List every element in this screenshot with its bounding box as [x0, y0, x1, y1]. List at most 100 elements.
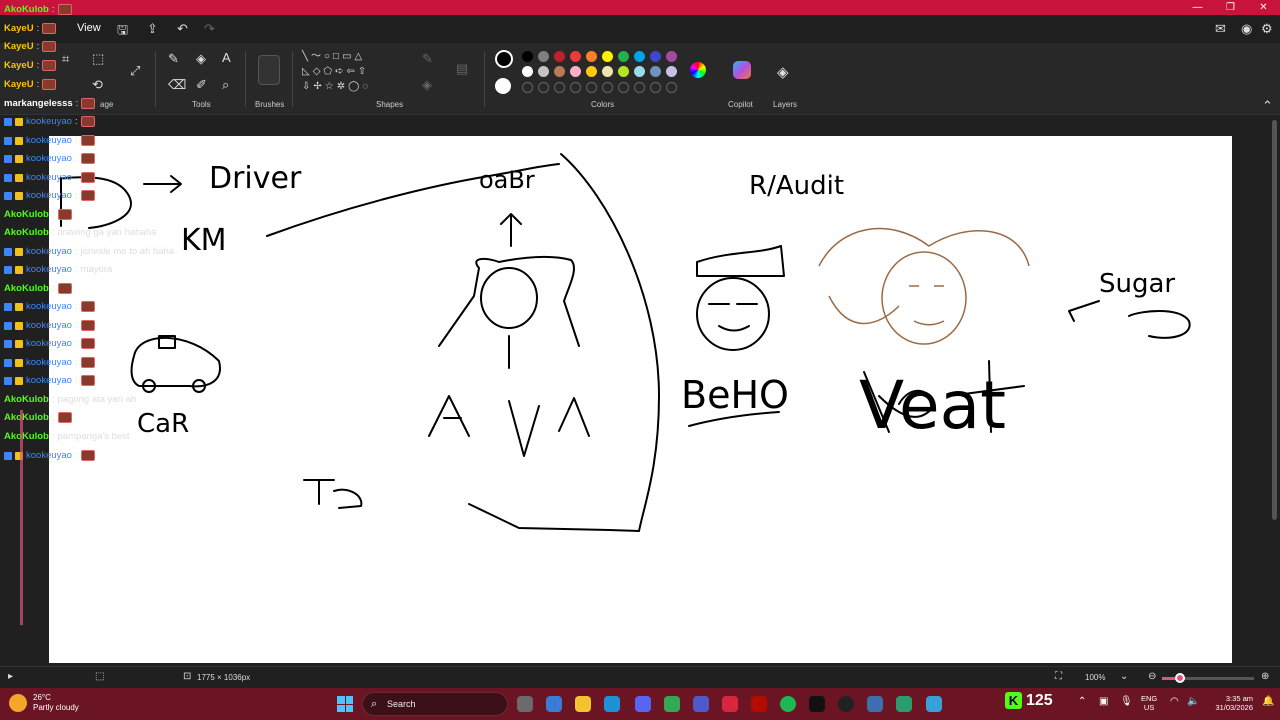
secondary-color[interactable] [495, 78, 511, 94]
color-swatch[interactable] [570, 66, 581, 77]
edge-icon[interactable] [604, 696, 620, 712]
custom-color-slot[interactable] [666, 82, 677, 93]
color-swatch[interactable] [554, 51, 565, 62]
color-swatch[interactable] [618, 66, 629, 77]
custom-color-slot[interactable] [650, 82, 661, 93]
color-swatch[interactable] [666, 66, 677, 77]
custom-color-slot[interactable] [570, 82, 581, 93]
color-swatch[interactable] [554, 66, 565, 77]
account-icon[interactable]: ◉ [1241, 21, 1252, 37]
weather-icon[interactable] [9, 694, 27, 712]
edit-colors-icon[interactable] [690, 62, 706, 78]
color-swatch[interactable] [538, 51, 549, 62]
color-swatch[interactable] [586, 66, 597, 77]
chat-separator: : [36, 41, 40, 52]
color-swatch[interactable] [602, 51, 613, 62]
copilot-taskbar-icon[interactable] [546, 696, 562, 712]
chat-emote-icon [81, 98, 96, 109]
color-swatch[interactable] [650, 66, 661, 77]
custom-color-slot[interactable] [618, 82, 629, 93]
tray-overflow-icon[interactable]: ⌃ [1078, 696, 1086, 707]
color-swatch[interactable] [618, 51, 629, 62]
chat-separator: : [36, 79, 40, 90]
text-icon[interactable]: A [222, 50, 231, 65]
color-swatch[interactable] [650, 51, 661, 62]
brown-face [881, 251, 967, 345]
discord-icon[interactable] [635, 696, 651, 712]
zoom-dropdown-icon[interactable]: ⌄ [1120, 671, 1128, 682]
input-language[interactable]: ENG US [1141, 694, 1157, 712]
wps-icon[interactable] [722, 696, 738, 712]
drawing-canvas[interactable]: Driver KM CaR BeHO Veat Sugar R/Audit oa… [49, 136, 1232, 663]
color-swatch[interactable] [538, 66, 549, 77]
fit-to-window-icon[interactable]: ⛶ [1055, 671, 1062, 682]
notifications-icon[interactable]: 🔔 [1262, 696, 1274, 707]
magnifier-icon[interactable]: ⌕ [222, 77, 229, 93]
custom-color-slot[interactable] [586, 82, 597, 93]
custom-color-slot[interactable] [602, 82, 613, 93]
color-swatch[interactable] [602, 66, 613, 77]
obs-icon[interactable] [838, 696, 854, 712]
clock[interactable]: 3:35 am 31/03/2026 [1207, 694, 1253, 712]
zoom-out-icon[interactable]: ⊖ [1148, 671, 1156, 682]
volume-icon[interactable]: 🔈 [1187, 696, 1199, 707]
layer-order-icon[interactable]: ▤ [456, 61, 468, 77]
custom-color-slot[interactable] [634, 82, 645, 93]
start-button[interactable] [337, 696, 353, 712]
chrome-icon[interactable] [664, 696, 680, 712]
color-swatch[interactable] [522, 66, 533, 77]
color-swatch[interactable] [522, 51, 533, 62]
brushes-button[interactable] [258, 55, 280, 85]
zoom-in-icon[interactable]: ⊕ [1261, 671, 1269, 682]
chat-badge-icon [4, 339, 12, 348]
maximize-icon[interactable]: ❐ [1214, 0, 1247, 15]
task-view-icon[interactable] [517, 696, 533, 712]
acrobat-icon[interactable] [751, 696, 767, 712]
taskbar-search[interactable]: ⌕ Search [362, 692, 508, 716]
color-swatch[interactable] [666, 51, 677, 62]
file-explorer-icon[interactable] [575, 696, 591, 712]
settings-app-icon[interactable] [867, 696, 883, 712]
minimize-icon[interactable]: — [1181, 0, 1214, 15]
layers-icon[interactable]: ◈ [777, 63, 789, 81]
capcut-icon[interactable] [809, 696, 825, 712]
teams-icon[interactable] [693, 696, 709, 712]
notepad-icon[interactable] [896, 696, 912, 712]
chat-message: AkoKulob: [4, 283, 72, 294]
collapse-ribbon-icon[interactable]: ⌃ [1262, 98, 1273, 114]
tray-app-icon[interactable]: ▣ [1099, 696, 1108, 707]
clock-date: 31/03/2026 [1215, 703, 1253, 712]
primary-color[interactable] [495, 50, 513, 68]
color-swatch[interactable] [570, 51, 581, 62]
copilot-icon[interactable] [733, 61, 751, 79]
color-swatch[interactable] [586, 51, 597, 62]
zoom-level[interactable]: 100% [1085, 673, 1105, 682]
vertical-scrollbar[interactable] [1272, 120, 1277, 520]
color-swatch[interactable] [634, 51, 645, 62]
custom-color-slot[interactable] [522, 82, 533, 93]
chat-emote-icon [42, 60, 57, 71]
microphone-icon[interactable]: 🎙 [1120, 696, 1133, 707]
chat-badge-icon [4, 451, 12, 460]
color-swatch[interactable] [634, 66, 645, 77]
redo-icon[interactable]: ↷ [204, 21, 215, 37]
custom-color-slot[interactable] [554, 82, 565, 93]
outline-icon[interactable]: ✎ [422, 51, 433, 67]
feedback-icon[interactable]: ✉ [1215, 21, 1226, 37]
glasses-stroke [708, 303, 758, 332]
spotify-icon[interactable] [780, 696, 796, 712]
shape-fill-icon[interactable]: ◈ [422, 77, 432, 93]
custom-color-slot[interactable] [538, 82, 549, 93]
chat-separator: : [74, 301, 78, 312]
paint-icon[interactable] [926, 696, 942, 712]
kick-viewer-count: K 125 [1005, 692, 1053, 710]
zoom-slider-thumb[interactable] [1175, 673, 1185, 683]
shapes-gallery[interactable]: ╲〜○□▭△ ◺◇⬠➪⇦⇧ ⇩✢☆✲◯◌ [302, 49, 410, 94]
close-icon[interactable]: ✕ [1247, 0, 1280, 15]
settings-icon[interactable]: ⚙ [1261, 21, 1273, 37]
wifi-icon[interactable]: ◠ [1170, 696, 1179, 707]
chat-separator: : [74, 450, 78, 461]
chat-username: kookeuyao [26, 172, 72, 183]
weather-widget[interactable]: 26°C Partly cloudy [33, 693, 79, 713]
chat-username: AkoKulob [4, 4, 49, 15]
